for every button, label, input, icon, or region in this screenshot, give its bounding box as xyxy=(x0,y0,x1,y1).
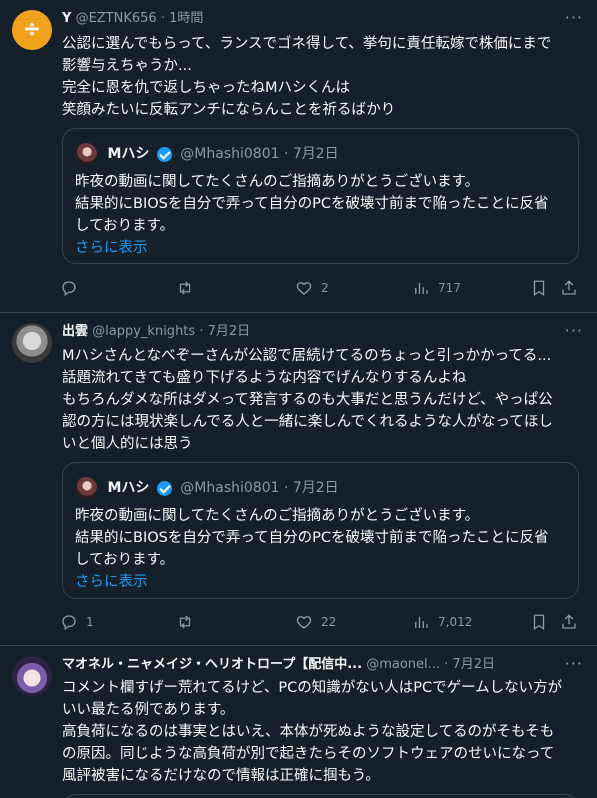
tweet-text-line: コメント欄すげー荒れてるけど、PCの知識がない人はPCでゲームしない方が xyxy=(62,680,563,696)
share-button[interactable] xyxy=(560,278,578,298)
views-button[interactable]: 717 xyxy=(412,278,461,298)
share-icon xyxy=(562,614,576,629)
tweet-text-line: 影響与えちゃうか... xyxy=(62,58,192,74)
bookmark-button[interactable] xyxy=(530,612,548,632)
quoted-text-line: しております。 xyxy=(75,218,175,234)
quoted-tweet[interactable] xyxy=(62,794,579,798)
retweet-button[interactable] xyxy=(176,278,202,298)
reply-icon xyxy=(62,281,76,297)
tweet-header: 出雲 @lappy_knights · 7月2日 xyxy=(62,322,585,342)
tweet-time[interactable]: · 7月2日 xyxy=(444,657,495,672)
like-button[interactable]: 22 xyxy=(295,612,336,632)
tweet-text: コメント欄すげー荒れてるけど、PCの知識がない人はPCでゲームしない方が いい最… xyxy=(62,677,579,787)
heart-icon xyxy=(296,282,312,295)
quoted-text-line: 結果的にBIOSを自分で弄って自分のPCを破壊寸前まで陥ったことに反省 xyxy=(75,530,549,546)
quoted-text-line: 結果的にBIOSを自分で弄って自分のPCを破壊寸前まで陥ったことに反省 xyxy=(75,196,549,212)
avatar[interactable]: ÷ xyxy=(12,10,52,50)
more-options-icon[interactable]: ··· xyxy=(565,9,583,27)
tweet-text-line: いい最たる例であります。 xyxy=(62,702,235,718)
views-count: 7,012 xyxy=(438,615,473,629)
tweet[interactable]: マオネル・ニャメイジ・ヘリオトロープ【配信中... @maonel... · 7… xyxy=(0,646,597,798)
tweet-text: Mハシさんとなべぞーさんが公認で居続けてるのちょっと引っかかってる... 話題流… xyxy=(62,345,579,455)
quoted-author-name: Mハシ xyxy=(107,146,150,162)
tweet-text-line: いと個人的には思う xyxy=(62,436,193,452)
avatar[interactable] xyxy=(12,656,52,696)
tweet-text-line: 話題流れてきても盛り下げるような内容でげんなりするんよね xyxy=(62,370,467,386)
tweet-text-line: 笑顔みたいに反転アンチにならんことを祈るばかり xyxy=(62,102,396,118)
quoted-text-line: 昨夜の動画に関してたくさんのご指摘ありがとうございます。 xyxy=(75,174,480,190)
tweet-actions: 2 717 xyxy=(60,278,585,298)
retweet-icon xyxy=(179,615,191,629)
views-icon xyxy=(415,282,428,294)
tweet-text-line: 風評被害になるだけなので情報は正確に掴もう。 xyxy=(62,768,380,784)
more-options-icon[interactable]: ··· xyxy=(565,655,583,673)
verified-badge-icon xyxy=(156,480,172,496)
tweet-time[interactable]: · 7月2日 xyxy=(199,324,250,339)
author-name[interactable]: マオネル・ニャメイジ・ヘリオトロープ【配信中... xyxy=(62,657,362,672)
bookmark-icon xyxy=(533,614,545,631)
tweet-text-line: 高負荷になるのは事実とはいえ、本体が死ぬような設定してるのがそもそも xyxy=(62,724,555,740)
tweet-header: Y @EZTNK656 · 1時間 xyxy=(62,9,585,29)
bookmark-icon xyxy=(533,280,545,297)
share-button[interactable] xyxy=(560,612,578,632)
like-count: 2 xyxy=(321,281,329,295)
tweet[interactable]: 出雲 @lappy_knights · 7月2日 ··· Mハシさんとなべぞーさ… xyxy=(0,313,597,646)
quoted-header: Mハシ @Mhashi0801 · 7月2日 xyxy=(75,141,339,167)
quoted-text: 昨夜の動画に関してたくさんのご指摘ありがとうございます。 結果的にBIOSを自分… xyxy=(75,505,566,593)
quoted-author-handle: @Mhashi0801 xyxy=(180,480,280,496)
reply-button[interactable] xyxy=(60,278,86,298)
quoted-avatar xyxy=(75,143,97,165)
tweet-actions: 1 22 7,012 xyxy=(60,612,585,632)
heart-icon xyxy=(296,616,312,629)
views-icon xyxy=(415,616,428,628)
quoted-avatar xyxy=(75,477,97,499)
quoted-tweet[interactable]: Mハシ @Mhashi0801 · 7月2日 昨夜の動画に関してたくさんのご指摘… xyxy=(62,128,579,264)
tweet-text-line: Mハシさんとなべぞーさんが公認で居続けてるのちょっと引っかかってる... xyxy=(62,348,552,364)
quoted-time: · 7月2日 xyxy=(283,480,339,496)
tweet-text-line: 公認に選んでもらって、ランスでゴネ得して、挙句に責任転嫁で株価にまで xyxy=(62,36,552,52)
tweet-time[interactable]: · 1時間 xyxy=(161,11,204,26)
author-handle[interactable]: @EZTNK656 xyxy=(76,11,157,26)
avatar-glyph: ÷ xyxy=(22,17,42,42)
reply-count: 1 xyxy=(86,615,94,629)
tweet[interactable]: ÷ Y @EZTNK656 · 1時間 ··· 公認に選んでもらって、ランスでゴ… xyxy=(0,0,597,313)
like-count: 22 xyxy=(321,615,337,629)
quoted-header: Mハシ @Mhashi0801 · 7月2日 xyxy=(75,475,339,501)
share-icon xyxy=(562,280,576,295)
show-more-link[interactable]: さらに表示 xyxy=(75,571,566,593)
quoted-text-line: 昨夜の動画に関してたくさんのご指摘ありがとうございます。 xyxy=(75,508,480,524)
like-button[interactable]: 2 xyxy=(295,278,329,298)
tweet-text-line: 完全に恩を仇で返しちゃったねMハシくんは xyxy=(62,80,351,96)
views-count: 717 xyxy=(438,281,461,295)
tweet-header: マオネル・ニャメイジ・ヘリオトロープ【配信中... @maonel... · 7… xyxy=(62,655,557,675)
more-options-icon[interactable]: ··· xyxy=(565,322,583,340)
tweet-text-line: もちろんダメな所はダメって発言するのも大事だと思うんだけど、やっぱ公 xyxy=(62,392,553,408)
reply-button[interactable]: 1 xyxy=(60,612,94,632)
views-button[interactable]: 7,012 xyxy=(412,612,472,632)
avatar[interactable] xyxy=(12,323,52,363)
show-more-link[interactable]: さらに表示 xyxy=(75,237,566,259)
quoted-author-handle: @Mhashi0801 xyxy=(180,146,280,162)
quoted-time: · 7月2日 xyxy=(283,146,339,162)
reply-icon xyxy=(62,615,76,631)
tweet-text-line: の原因。同じような高負荷が別で起きたらそのソフトウェアのせいになって xyxy=(62,746,555,762)
author-name[interactable]: 出雲 xyxy=(62,324,88,339)
retweet-icon xyxy=(179,281,191,295)
quoted-author-name: Mハシ xyxy=(107,480,150,496)
verified-badge-icon xyxy=(156,146,172,162)
bookmark-button[interactable] xyxy=(530,278,548,298)
quoted-text: 昨夜の動画に関してたくさんのご指摘ありがとうございます。 結果的にBIOSを自分… xyxy=(75,171,566,259)
quoted-text-line: しております。 xyxy=(75,552,175,568)
quoted-tweet[interactable]: Mハシ @Mhashi0801 · 7月2日 昨夜の動画に関してたくさんのご指摘… xyxy=(62,462,579,599)
tweet-text: 公認に選んでもらって、ランスでゴネ得して、挙句に責任転嫁で株価にまで 影響与えち… xyxy=(62,33,579,121)
author-name[interactable]: Y xyxy=(62,11,71,26)
author-handle[interactable]: @maonel... xyxy=(366,657,440,672)
author-handle[interactable]: @lappy_knights xyxy=(92,324,195,339)
tweet-text-line: 認の方には現状楽しんでる人と一緒に楽しんでくれるような人がなってほし xyxy=(62,414,553,430)
retweet-button[interactable] xyxy=(176,612,202,632)
